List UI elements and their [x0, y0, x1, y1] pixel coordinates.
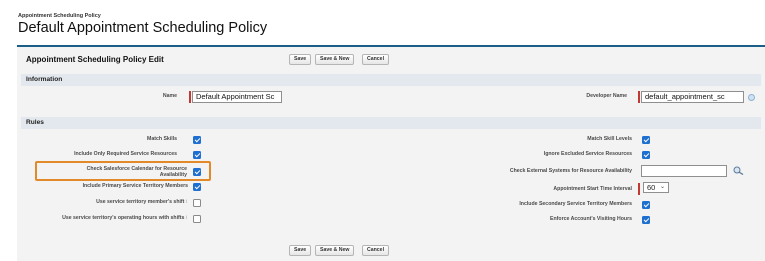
external-systems-lookup-field[interactable]	[641, 165, 727, 177]
required-marker	[638, 91, 640, 103]
match-skill-levels-checkbox[interactable]	[642, 136, 650, 144]
breadcrumb[interactable]: Appointment Scheduling Policy	[18, 13, 101, 19]
cancel-button[interactable]: Cancel	[362, 245, 390, 256]
save-new-button[interactable]: Save & New	[315, 245, 355, 256]
required-marker	[189, 91, 191, 103]
match-skill-levels-label: Match Skill Levels	[587, 136, 632, 142]
help-icon[interactable]: i	[186, 199, 187, 205]
include-primary-checkbox[interactable]	[193, 183, 201, 191]
developer-name-field[interactable]: default_appointment_sc	[641, 91, 744, 103]
section-rules: Rules	[21, 117, 761, 129]
page-header: Appointment Scheduling Policy Default Ap…	[0, 0, 765, 44]
developer-name-label: Developer Name	[586, 93, 627, 99]
check-calendar-checkbox[interactable]	[193, 168, 201, 176]
match-skills-checkbox[interactable]	[193, 136, 201, 144]
info-icon[interactable]	[748, 94, 755, 101]
operating-hours-checkbox[interactable]	[193, 215, 201, 223]
operating-hours-label-text: Use service territory's operating hours …	[62, 215, 185, 221]
include-secondary-label: Include Secondary Service Territory Memb…	[519, 201, 632, 207]
enforce-visiting-checkbox[interactable]	[642, 216, 650, 224]
start-interval-value: 60	[647, 183, 656, 192]
cancel-button[interactable]: Cancel	[362, 54, 390, 65]
page-title: Default Appointment Scheduling Policy	[18, 20, 268, 36]
match-skills-label: Match Skills	[147, 136, 177, 142]
start-interval-select[interactable]: 60 ⌄	[643, 182, 669, 193]
include-required-label: Include Only Required Service Resources	[74, 151, 177, 157]
name-label: Name	[162, 93, 177, 99]
section-information: Information	[21, 74, 761, 86]
required-marker	[638, 183, 640, 195]
name-field[interactable]: Default Appointment Sc	[192, 91, 282, 103]
start-interval-label: Appointment Start Time Interval	[553, 186, 632, 192]
chevron-down-icon: ⌄	[659, 184, 665, 190]
check-calendar-label-line2: Availability	[159, 172, 187, 178]
lookup-icon[interactable]	[733, 166, 744, 175]
operating-hours-label: Use service territory's operating hours …	[17, 215, 187, 221]
save-button[interactable]: Save	[289, 245, 312, 256]
save-new-button[interactable]: Save & New	[315, 54, 355, 65]
member-shift-checkbox[interactable]	[193, 199, 201, 207]
enforce-visiting-label: Enforce Account's Visiting Hours	[550, 216, 632, 222]
include-required-checkbox[interactable]	[193, 151, 201, 159]
include-secondary-checkbox[interactable]	[642, 201, 650, 209]
check-calendar-label: Check Salesforce Calendar for Resource A…	[42, 166, 187, 178]
check-external-label: Check External Systems for Resource Avai…	[509, 168, 632, 174]
save-button[interactable]: Save	[289, 54, 312, 65]
edit-panel: Appointment Scheduling Policy Edit Save …	[17, 45, 765, 261]
member-shift-label-text: Use service territory member's shift	[96, 199, 185, 205]
help-icon[interactable]: i	[186, 215, 187, 221]
panel-title: Appointment Scheduling Policy Edit	[26, 55, 164, 64]
ignore-excluded-checkbox[interactable]	[642, 151, 650, 159]
ignore-excluded-label: Ignore Excluded Service Resources	[543, 151, 632, 157]
member-shift-label: Use service territory member's shift i	[17, 199, 187, 205]
include-primary-label: Include Primary Service Territory Member…	[82, 183, 188, 189]
